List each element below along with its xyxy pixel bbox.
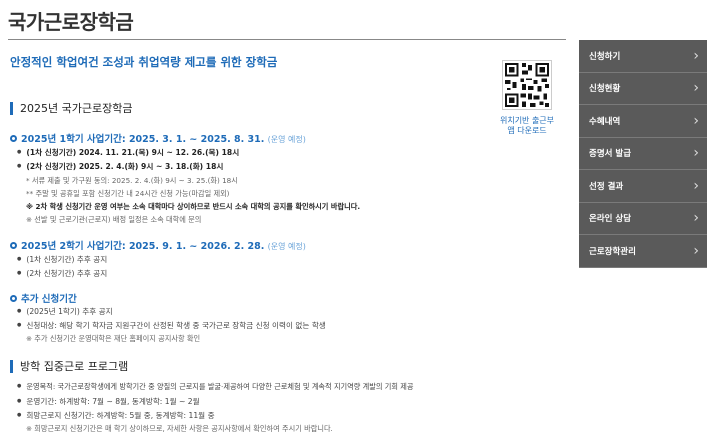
circle-bullet-icon <box>10 295 17 302</box>
period1-line-1: (1차 신청기간) 2024. 11. 21.(목) 9시 ~ 12. 26.(… <box>17 147 239 158</box>
title-divider <box>8 39 566 40</box>
extra-heading: 추가 신청기간 <box>10 291 77 305</box>
chevron-right-icon: › <box>693 210 699 227</box>
side-menu-apply[interactable]: 신청하기 › <box>579 40 707 73</box>
side-menu-label: 신청하기 <box>589 51 621 62</box>
chevron-right-icon: › <box>693 112 699 129</box>
side-menu-label: 신청현황 <box>589 84 621 95</box>
side-menu-label: 선정 결과 <box>589 181 624 192</box>
side-menu-label: 수혜내역 <box>589 116 621 127</box>
vacation-line-4: ※ 희망근로지 신청기간은 매 학기 상이하므로, 자세한 사항은 공지사항에서… <box>26 424 333 433</box>
period1-line-6: ※ 선발 및 근로기관(근로지) 배정 일정은 소속 대학에 문의 <box>26 215 202 224</box>
period1-title: 2025년 1학기 사업기간: 2025. 3. 1. ~ 2025. 8. 3… <box>21 134 265 145</box>
page-title: 국가근로장학금 <box>8 10 134 34</box>
chevron-right-icon: › <box>693 80 699 97</box>
section-heading-2025: 2025년 국가근로장학금 <box>10 102 132 115</box>
side-menu: 신청하기 › 신청현황 › 수혜내역 › 증명서 발급 › 선정 결과 › 온라인 상담 ›… <box>579 40 707 268</box>
chevron-right-icon: › <box>693 47 699 64</box>
vacation-line-3: 희망근로지 신청기간: 하계방학: 5월 중, 동계방학: 11월 중 <box>17 410 214 421</box>
side-menu-benefits[interactable]: 수혜내역 › <box>579 105 707 138</box>
side-menu-label: 증명서 발급 <box>589 149 632 160</box>
side-menu-result[interactable]: 선정 결과 › <box>579 170 707 203</box>
qr-label[interactable]: 위치기반 출근부 앱 다운로드 <box>495 116 559 136</box>
period2-line-2: (2차 신청기간) 추후 공지 <box>17 268 107 279</box>
side-menu-label: 온라인 상담 <box>589 214 632 225</box>
extra-line-3: ※ 추가 신청기간 운영대학은 재단 홈페이지 공지사항 확인 <box>26 334 201 343</box>
circle-bullet-icon <box>10 135 17 142</box>
period1-line-5: ※ 2차 학생 신청기간 운영 여부는 소속 대학마다 상이하므로 반드시 소속… <box>26 202 361 211</box>
vacation-line-2: 운영기간: 하계방학: 7월 ~ 8월, 동계방학: 1월 ~ 2월 <box>17 396 199 407</box>
qr-label-line2: 앱 다운로드 <box>507 126 547 135</box>
side-menu-status[interactable]: 신청현황 › <box>579 72 707 105</box>
period1-heading: 2025년 1학기 사업기간: 2025. 3. 1. ~ 2025. 8. 3… <box>10 131 306 145</box>
period2-title: 2025년 2학기 사업기간: 2025. 9. 1. ~ 2026. 2. 2… <box>21 241 265 252</box>
extra-line-1: (2025년 1학기) 추후 공지 <box>17 306 112 317</box>
side-menu-manage[interactable]: 근로장학관리 › <box>579 235 707 268</box>
side-menu-consult[interactable]: 온라인 상담 › <box>579 202 707 235</box>
qr-label-line1: 위치기반 출근부 <box>499 116 555 125</box>
side-menu-label: 근로장학관리 <box>589 246 636 257</box>
chevron-right-icon: › <box>693 242 699 259</box>
period2-heading: 2025년 2학기 사업기간: 2025. 9. 1. ~ 2026. 2. 2… <box>10 238 306 252</box>
side-menu-certificate[interactable]: 증명서 발급 › <box>579 137 707 170</box>
period1-note: (운영 예정) <box>267 135 306 144</box>
extra-line-2: 신청대상: 해당 학기 학자금 지원구간이 산정된 학생 중 국가근로 장학금 … <box>17 320 325 331</box>
qr-code-icon <box>503 61 551 109</box>
vacation-line-1: 운영목적: 국가근로장학생에게 방학기간 중 양질의 근로지를 발굴·제공하여 … <box>17 382 413 392</box>
qr-code[interactable] <box>502 60 552 110</box>
chevron-right-icon: › <box>693 145 699 162</box>
section-heading-vacation: 방학 집중근로 프로그램 <box>10 360 128 373</box>
period2-note: (운영 예정) <box>267 242 306 251</box>
period1-line-4: ** 주말 및 공휴일 포함 신청기간 내 24시간 신청 가능(마감일 제외) <box>26 189 230 198</box>
page-subtitle: 안정적인 학업여건 조성과 취업역량 제고를 위한 장학금 <box>10 55 278 69</box>
period2-line-1: (1차 신청기간) 추후 공지 <box>17 254 107 265</box>
period1-line-2: (2차 신청기간) 2025. 2. 4.(화) 9시 ~ 3. 18.(화) … <box>17 161 223 172</box>
chevron-right-icon: › <box>693 177 699 194</box>
circle-bullet-icon <box>10 242 17 249</box>
extra-title: 추가 신청기간 <box>21 294 77 305</box>
period1-line-3: * 서류 제출 및 가구원 동의: 2025. 2. 4.(화) 9시 ~ 3.… <box>26 176 238 185</box>
